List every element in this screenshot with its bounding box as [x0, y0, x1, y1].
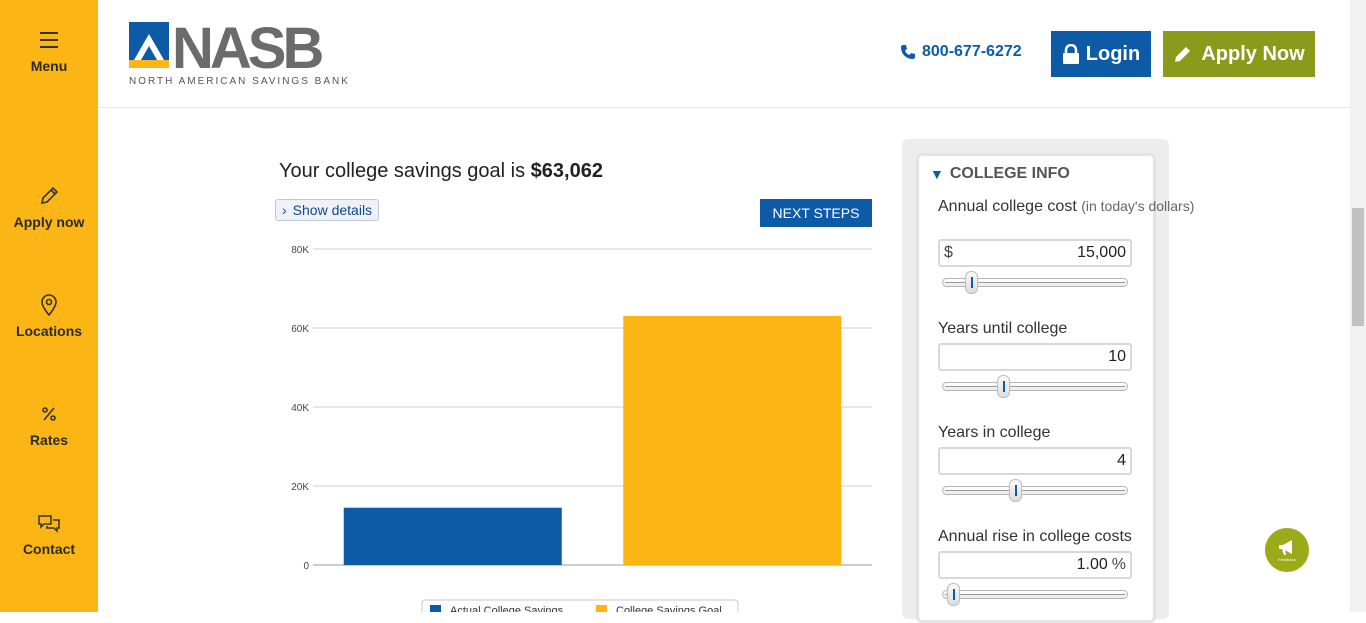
show-details-button[interactable]: › Show details: [275, 199, 380, 221]
annual-rise-label: Annual rise in college costs: [938, 528, 1132, 545]
apply-now-label: Apply Now: [1201, 42, 1305, 65]
pencil-icon: [1175, 47, 1191, 62]
feedback-button[interactable]: Feedback: [1265, 528, 1309, 572]
annual-cost-input[interactable]: $ 15,000: [938, 239, 1132, 267]
goal-amount: $63,062: [530, 160, 603, 182]
y-tick-label: 60K: [291, 324, 309, 335]
pencil-icon: [40, 186, 59, 205]
phone-number: 800-677-6272: [922, 43, 1022, 60]
left-sidebar: Menu Apply now Locations Rates Contact: [0, 0, 98, 612]
login-button[interactable]: Login: [1051, 31, 1151, 77]
college-info-toggle[interactable]: ▼ COLLEGE INFO: [930, 165, 1070, 183]
sidebar-item-label: Locations: [15, 323, 83, 339]
legend-swatch: [430, 605, 441, 612]
apply-now-button[interactable]: Apply Now: [1163, 31, 1315, 77]
sidebar-item-locations[interactable]: Locations: [0, 293, 98, 341]
slider-handle[interactable]: [947, 583, 961, 606]
login-label: Login: [1085, 42, 1141, 65]
slider-handle[interactable]: [964, 271, 978, 294]
years-in-college-label: Years in college: [938, 424, 1051, 441]
years-until-slider[interactable]: [942, 375, 1130, 398]
years-until-label: Years until college: [938, 320, 1068, 337]
y-tick-label: 80K: [291, 245, 309, 256]
scrollbar-thumb[interactable]: [1352, 208, 1364, 326]
percent-icon: [42, 407, 56, 421]
show-details-label: Show details: [292, 202, 373, 218]
annual-cost-label: Annual college cost (in today's dollars): [938, 197, 1194, 216]
legend-label: Actual College Savings: [450, 605, 564, 612]
triangle-down-icon: ▼: [930, 166, 944, 182]
phone-link[interactable]: 800-677-6272: [900, 43, 1022, 61]
sidebar-item-apply-now[interactable]: Apply now: [0, 184, 98, 232]
slider-track[interactable]: [942, 382, 1128, 391]
sidebar-item-label: Contact: [22, 541, 76, 557]
field-value: 1.00: [1076, 556, 1108, 573]
map-pin-icon: [41, 294, 57, 317]
sidebar-item-rates[interactable]: Rates: [0, 402, 98, 450]
hamburger-icon: [40, 32, 58, 48]
next-steps-button[interactable]: NEXT STEPS: [760, 199, 872, 227]
nasb-logo-mark: NASB: [129, 16, 326, 81]
sidebar-item-label: Rates: [29, 432, 69, 448]
percent-suffix: %: [1111, 556, 1126, 573]
next-steps-label: NEXT STEPS: [772, 205, 860, 221]
y-tick-label: 20K: [291, 482, 309, 493]
logo-wordmark: NASB: [172, 20, 322, 76]
chart-bar: [623, 315, 842, 565]
sidebar-item-label: Menu: [30, 58, 68, 74]
sidebar-item-menu[interactable]: Menu: [0, 28, 98, 76]
slider-track[interactable]: [942, 486, 1128, 495]
sidebar-item-contact[interactable]: Contact: [0, 511, 98, 559]
annual-cost-slider[interactable]: [942, 271, 1130, 294]
field-label-text: Annual college cost: [938, 198, 1077, 215]
site-header: NASB NORTH AMERICAN SAVINGS BANK 800-677…: [98, 0, 1350, 108]
y-tick-label: 40K: [291, 403, 309, 414]
legend-swatch: [596, 605, 607, 612]
annual-rise-input[interactable]: 1.00 %: [938, 551, 1132, 579]
lock-icon: [1062, 44, 1079, 64]
y-tick-label: 0: [303, 561, 309, 572]
years-until-input[interactable]: 10: [938, 343, 1132, 371]
currency-prefix: $: [944, 244, 953, 261]
years-in-college-slider[interactable]: [942, 479, 1130, 502]
years-in-college-input[interactable]: 4: [938, 447, 1132, 475]
chat-bubbles-icon: [38, 515, 60, 533]
chevron-right-icon: ›: [282, 202, 287, 218]
panel-heading: COLLEGE INFO: [949, 165, 1070, 182]
megaphone-icon: [1279, 539, 1292, 555]
logo-tagline: NORTH AMERICAN SAVINGS BANK: [129, 76, 350, 87]
field-sublabel: (in today's dollars): [1081, 198, 1195, 214]
sidebar-item-label: Apply now: [13, 214, 85, 230]
savings-bar-chart: 0 20K 40K 60K 80K Actual College Savings Colle…: [291, 245, 872, 612]
field-value: 15,000: [1077, 244, 1126, 261]
field-value: 4: [1117, 452, 1126, 469]
slider-track[interactable]: [942, 590, 1128, 599]
field-value: 10: [1108, 348, 1126, 365]
slider-handle[interactable]: [996, 375, 1010, 398]
feedback-label: Feedback: [1278, 556, 1296, 562]
savings-goal-heading: Your college savings goal is $63,062: [279, 160, 603, 183]
phone-icon: [901, 45, 915, 59]
nasb-logo[interactable]: NASB NORTH AMERICAN SAVINGS BANK: [128, 16, 348, 90]
chart-bar: [343, 507, 562, 565]
legend-label: College Savings Goal: [616, 605, 722, 612]
annual-rise-slider[interactable]: [942, 583, 1130, 606]
slider-handle[interactable]: [1009, 479, 1023, 502]
goal-prefix: Your college savings goal is: [279, 160, 526, 182]
